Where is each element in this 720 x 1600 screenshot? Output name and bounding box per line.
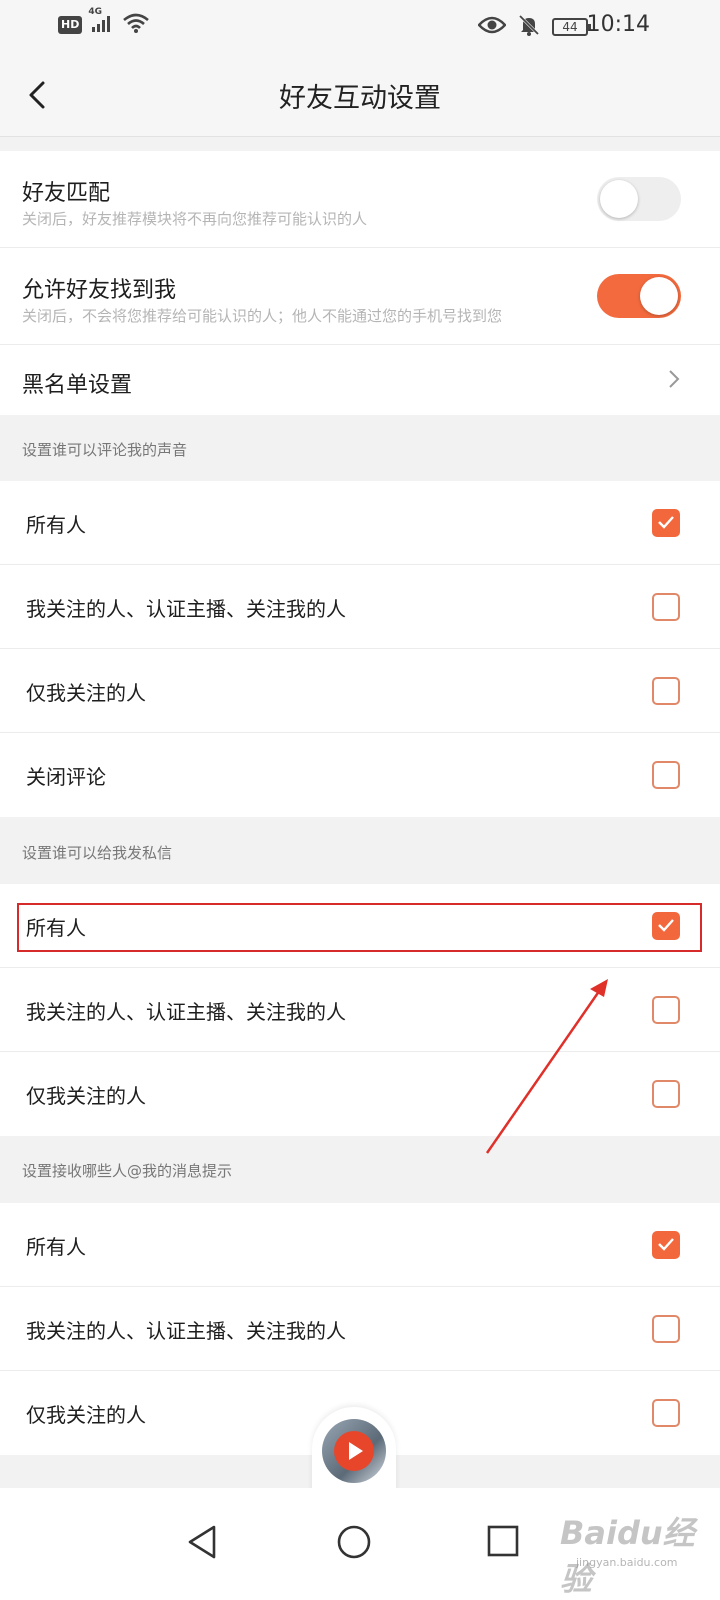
baidu-jingyan-watermark: Baidu经验 jingyan.baidu.com [536,1494,706,1598]
comment-option-disable[interactable]: 关闭评论 [0,733,720,817]
page-title: 好友互动设置 [279,83,441,114]
checkbox-checked[interactable] [652,1231,680,1259]
network-type: 4G [88,7,102,17]
checkbox-unchecked[interactable] [652,1399,680,1427]
hd-badge: HD [58,16,83,34]
option-label: 所有人 [26,916,86,940]
allow-find-me-switch[interactable] [597,274,681,318]
checkbox-unchecked[interactable] [652,1080,680,1108]
option-label: 所有人 [26,513,86,537]
eye-comfort-icon [477,15,507,39]
comment-options-card: 所有人 我关注的人、认证主播、关注我的人 仅我关注的人 关闭评论 [0,481,720,817]
option-label: 我关注的人、认证主播、关注我的人 [26,1319,346,1343]
status-right: 44 [477,14,591,40]
allow-find-me-subtitle: 关闭后，不会将您推荐给可能认识的人；他人不能通过您的手机号找到您 [22,307,503,325]
allow-find-me-row: 允许好友找到我 关闭后，不会将您推荐给可能认识的人；他人不能通过您的手机号找到您 [0,248,720,345]
comment-option-everyone[interactable]: 所有人 [0,481,720,565]
blacklist-row[interactable]: 黑名单设置 [0,345,720,415]
nav-recents-icon[interactable] [486,1524,520,1562]
option-label: 我关注的人、认证主播、关注我的人 [26,597,346,621]
comment-section-label: 设置谁可以评论我的声音 [22,441,188,459]
option-label: 关闭评论 [26,765,106,789]
option-label: 所有人 [26,1235,86,1259]
privacy-toggles-card: 好友匹配 关闭后，好友推荐模块将不再向您推荐可能认识的人 允许好友找到我 关闭后… [0,151,720,415]
mini-player[interactable] [312,1407,396,1499]
checkbox-unchecked[interactable] [652,761,680,789]
checkbox-unchecked[interactable] [652,677,680,705]
option-label: 仅我关注的人 [26,681,146,705]
comment-option-following-only[interactable]: 仅我关注的人 [0,649,720,733]
switch-knob [600,180,638,218]
friend-match-row: 好友匹配 关闭后，好友推荐模块将不再向您推荐可能认识的人 [0,151,720,248]
status-bar: HD 4G 44 10:14 [0,0,720,52]
status-left: HD 4G [58,7,150,38]
cellular-signal-icon: 4G [88,7,114,37]
nav-home-icon[interactable] [336,1524,372,1564]
wifi-icon [122,12,150,38]
checkbox-unchecked[interactable] [652,1315,680,1343]
annotation-arrow-icon [485,979,608,1154]
top-nav-bar: 好友互动设置 [0,52,720,137]
friend-match-title: 好友匹配 [22,181,111,206]
checkbox-checked[interactable] [652,912,680,940]
chevron-right-icon [668,369,680,393]
comment-option-following-verified-followers[interactable]: 我关注的人、认证主播、关注我的人 [0,565,720,649]
mention-option-following-verified-followers[interactable]: 我关注的人、认证主播、关注我的人 [0,1287,720,1371]
allow-find-me-title: 允许好友找到我 [22,278,177,303]
nav-back-icon[interactable] [186,1524,218,1564]
battery-icon: 44 [552,18,591,36]
watermark-text: Baidu经验 [560,1514,695,1598]
play-icon[interactable] [334,1431,374,1471]
checkbox-checked[interactable] [652,509,680,537]
option-label: 仅我关注的人 [26,1403,146,1427]
message-option-everyone[interactable]: 所有人 [0,884,720,968]
message-section-label: 设置谁可以给我发私信 [22,844,173,862]
blacklist-label: 黑名单设置 [22,373,133,398]
friend-match-switch[interactable] [597,177,681,221]
option-label: 我关注的人、认证主播、关注我的人 [26,1000,346,1024]
mute-bell-icon [518,14,540,40]
mention-option-everyone[interactable]: 所有人 [0,1203,720,1287]
checkbox-unchecked[interactable] [652,593,680,621]
watermark-url: jingyan.baidu.com [576,1556,678,1569]
clock: 10:14 [586,12,650,37]
checkbox-unchecked[interactable] [652,996,680,1024]
friend-match-subtitle: 关闭后，好友推荐模块将不再向您推荐可能认识的人 [22,210,368,228]
switch-knob [640,277,678,315]
mention-section-label: 设置接收哪些人@我的消息提示 [22,1162,233,1180]
option-label: 仅我关注的人 [26,1084,146,1108]
